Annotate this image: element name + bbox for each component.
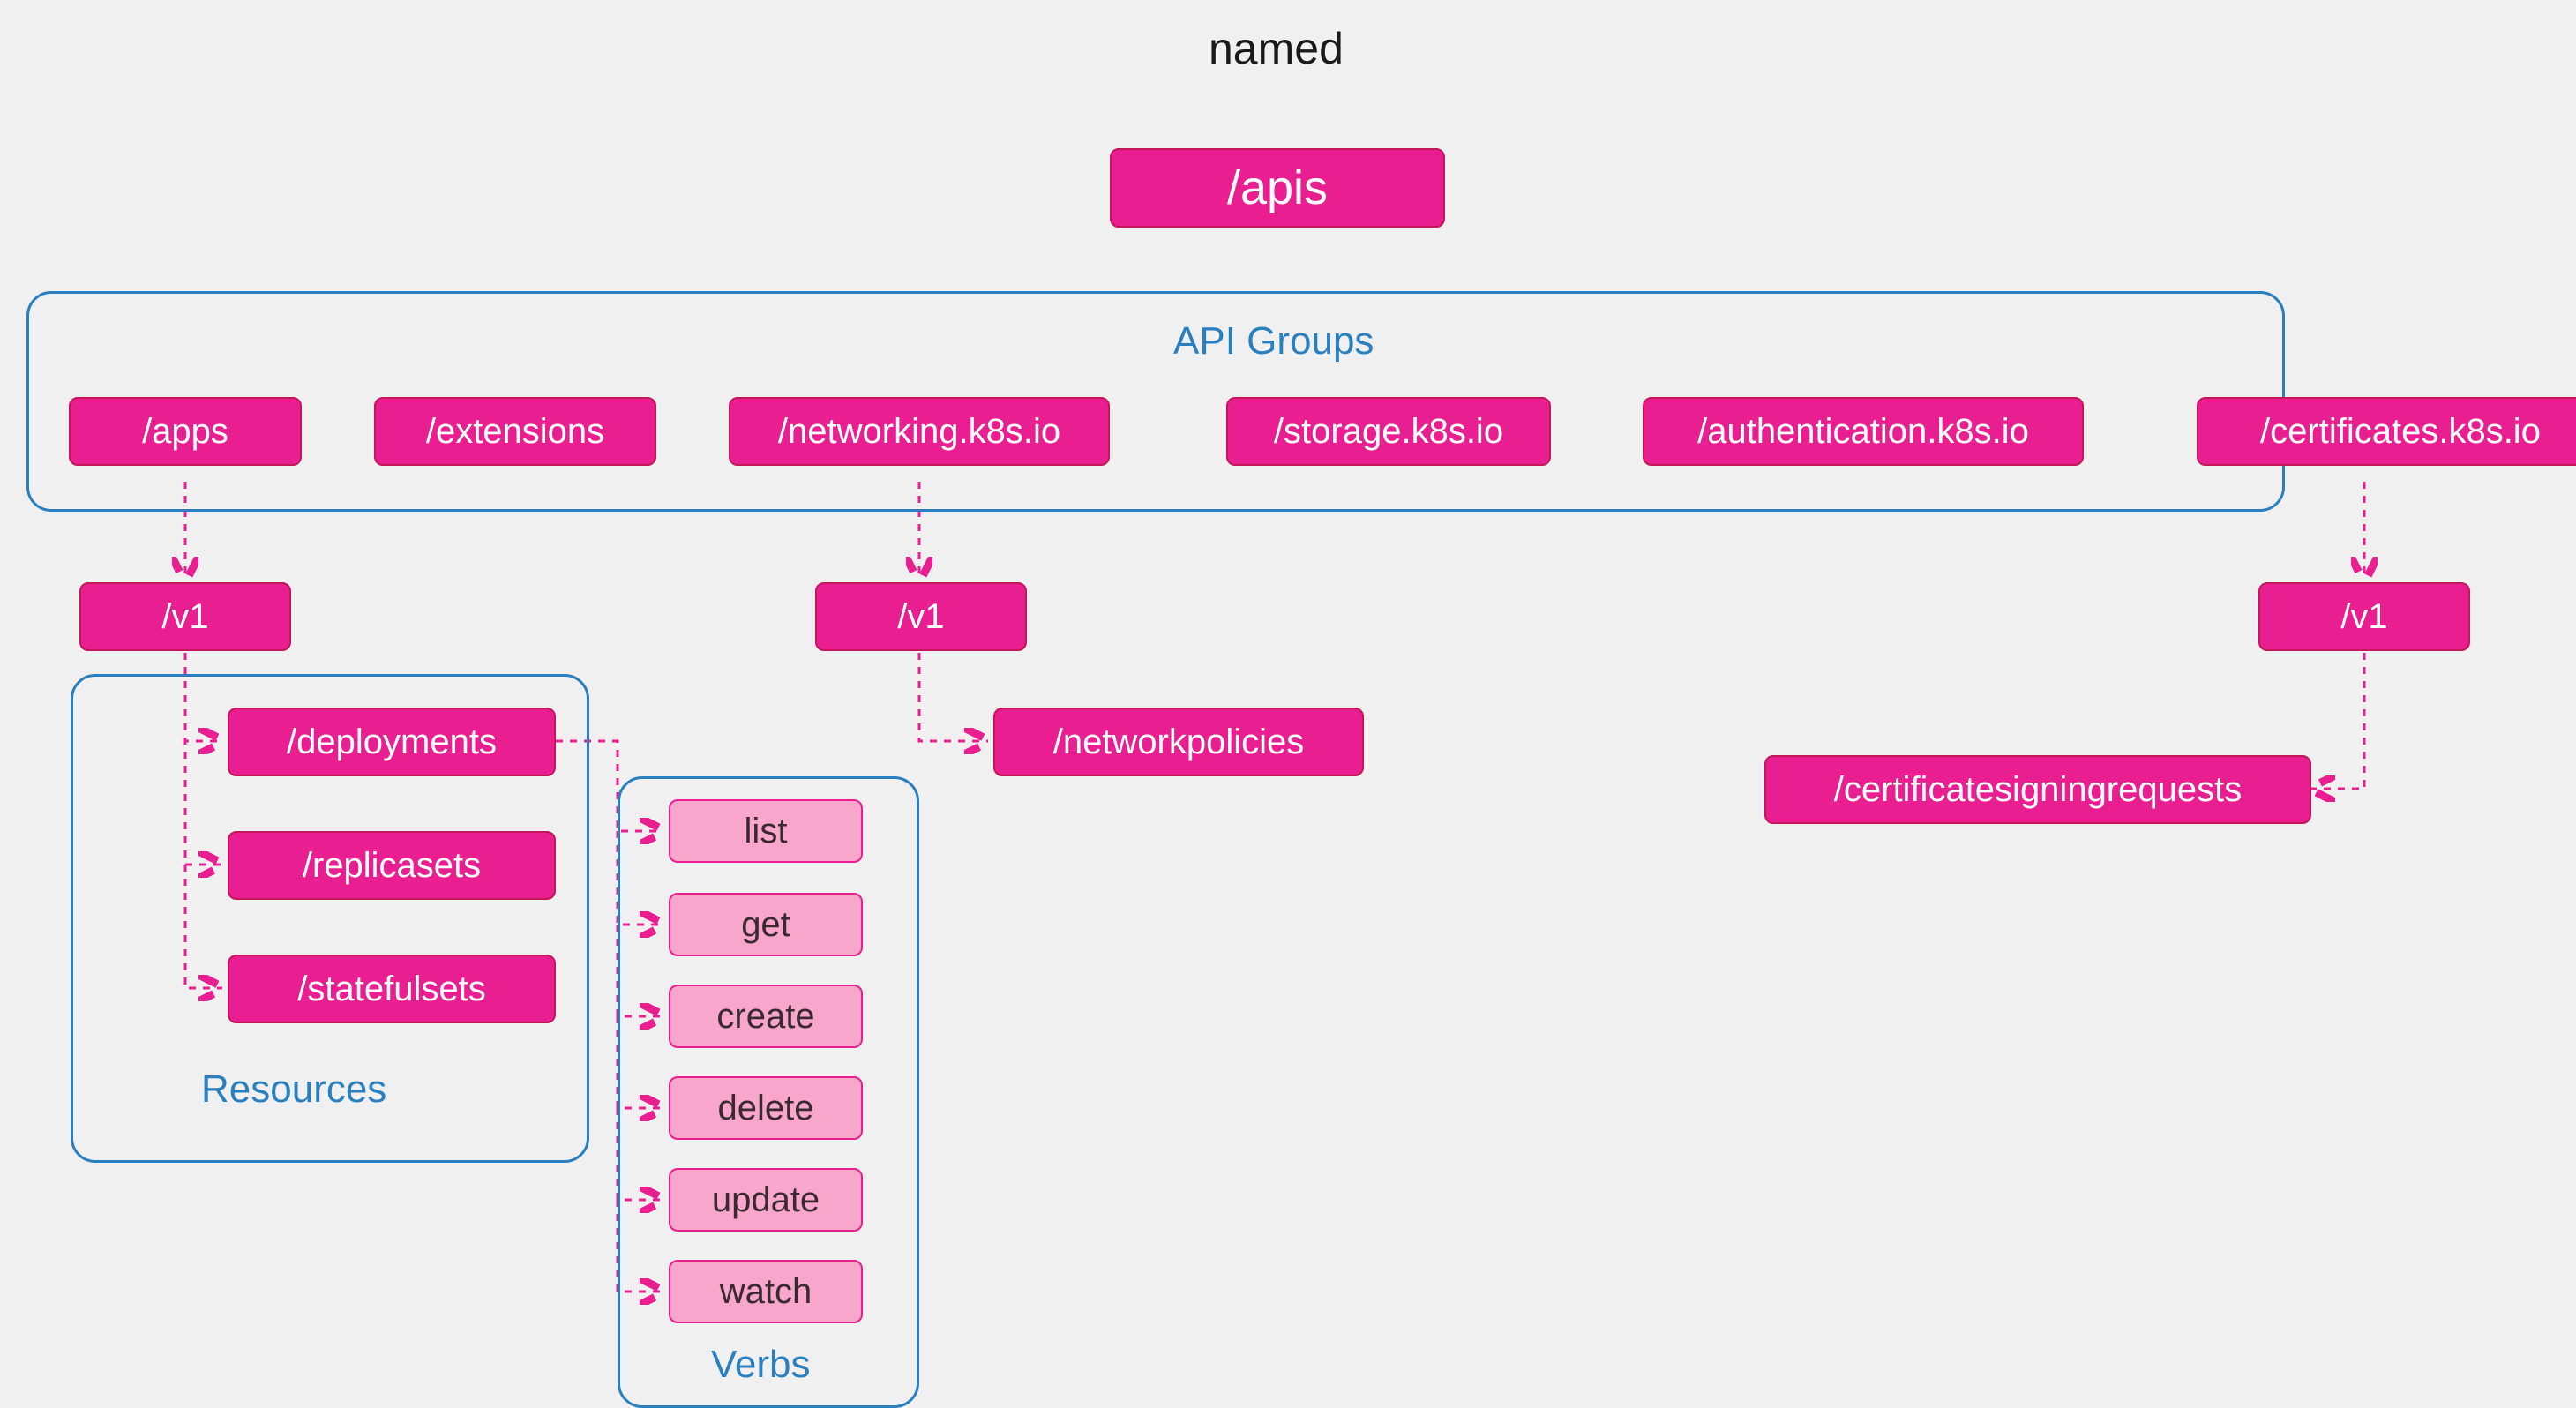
node-group-apps: /apps	[69, 397, 302, 466]
node-verb-delete: delete	[669, 1076, 863, 1140]
node-group-storage: /storage.k8s.io	[1226, 397, 1551, 466]
node-verb-update: update	[669, 1168, 863, 1232]
group-label-api-groups: API Groups	[1173, 319, 1374, 363]
group-label-verbs: Verbs	[711, 1343, 811, 1387]
node-group-certificates: /certificates.k8s.io	[2197, 397, 2576, 466]
node-version-apps: /v1	[79, 582, 291, 651]
node-verb-get: get	[669, 893, 863, 956]
node-group-extensions: /extensions	[374, 397, 656, 466]
node-resource-networkpolicies: /networkpolicies	[993, 708, 1364, 776]
diagram-canvas: named /apis API Groups /apps /extensions…	[0, 0, 2576, 1373]
node-root-apis: /apis	[1110, 148, 1445, 228]
node-resource-statefulsets: /statefulsets	[228, 955, 556, 1023]
node-verb-watch: watch	[669, 1260, 863, 1323]
node-group-authentication: /authentication.k8s.io	[1643, 397, 2084, 466]
node-resource-certificatesigningrequests: /certificatesigningrequests	[1764, 755, 2311, 824]
node-version-certificates: /v1	[2258, 582, 2470, 651]
node-resource-replicasets: /replicasets	[228, 831, 556, 900]
node-version-networking: /v1	[815, 582, 1027, 651]
node-verb-create: create	[669, 985, 863, 1048]
diagram-title: named	[1209, 23, 1344, 74]
node-resource-deployments: /deployments	[228, 708, 556, 776]
node-group-networking: /networking.k8s.io	[729, 397, 1110, 466]
node-verb-list: list	[669, 799, 863, 863]
group-label-resources: Resources	[201, 1067, 386, 1112]
